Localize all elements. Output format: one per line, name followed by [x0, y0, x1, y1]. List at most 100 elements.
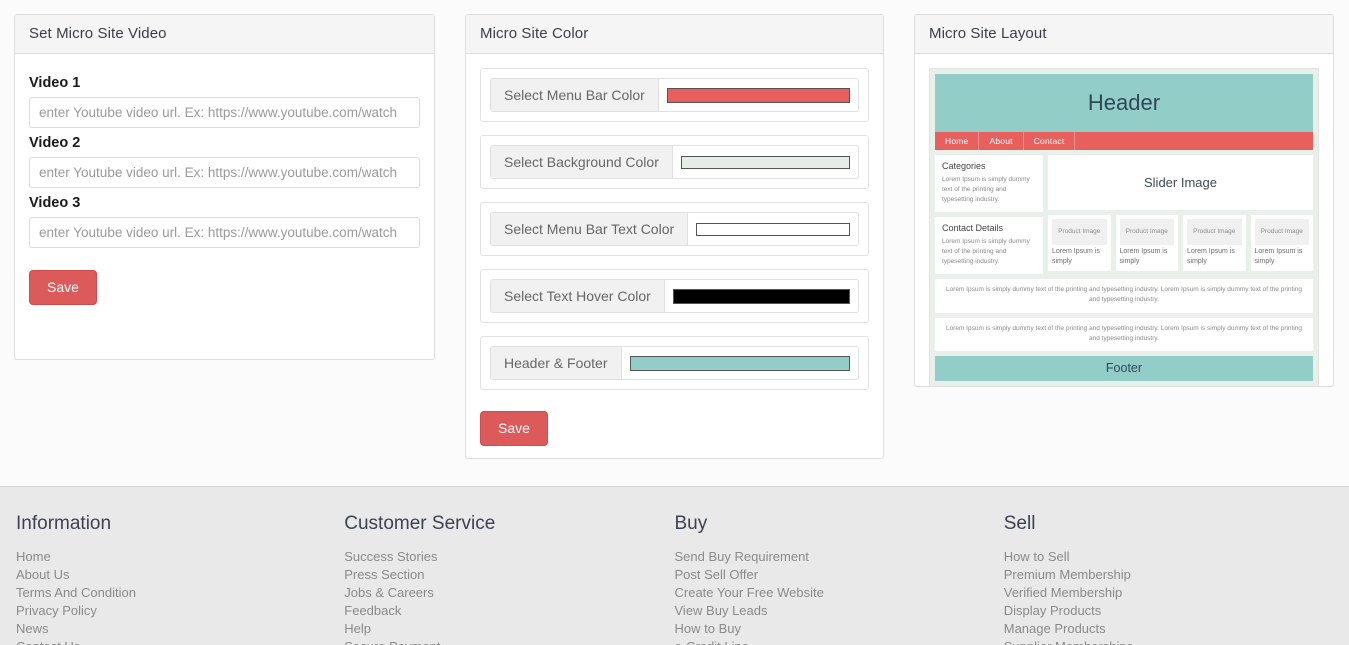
footer-link[interactable]: Supplier Memberships: [1004, 638, 1333, 645]
video-save-button[interactable]: Save: [29, 270, 97, 305]
menu-bar-color-label: Select Menu Bar Color: [491, 79, 659, 111]
footer-column-title: Information: [16, 513, 112, 534]
footer-link[interactable]: How to Sell: [1004, 548, 1333, 566]
preview-product-grid: Product Image Lorem Ipsum is simply Prod…: [1048, 215, 1313, 272]
preview-menu-item-home[interactable]: Home: [935, 132, 980, 150]
product-caption: Lorem Ipsum is simply: [1052, 248, 1100, 266]
footer-column-buy: Buy Send Buy Requirement Post Sell Offer…: [675, 513, 1004, 645]
footer-link[interactable]: e-Credit Line: [675, 638, 1004, 645]
site-footer: Information Home About Us Terms And Cond…: [0, 486, 1349, 645]
footer-link[interactable]: Send Buy Requirement: [675, 548, 1004, 566]
footer-link[interactable]: News: [16, 620, 344, 638]
preview-categories-text: Lorem Ipsum is simply dummy text of the …: [942, 176, 1030, 204]
color-row-menu-bar-text: Select Menu Bar Text Color: [480, 202, 869, 256]
footer-link[interactable]: Terms And Condition: [16, 584, 344, 602]
preview-product-card: Product Image Lorem Ipsum is simply: [1183, 215, 1246, 272]
footer-link[interactable]: Home: [16, 548, 344, 566]
header-footer-color-picker[interactable]: [621, 347, 858, 379]
text-hover-color-label: Select Text Hover Color: [491, 280, 665, 312]
color-row-header-footer: Header & Footer: [480, 336, 869, 390]
preview-categories-title: Categories: [942, 161, 986, 171]
micro-site-layout-panel: Micro Site Layout Header Home About Cont…: [914, 14, 1334, 387]
micro-site-color-panel: Micro Site Color Select Menu Bar Color S…: [465, 14, 884, 459]
footer-link[interactable]: About Us: [16, 566, 344, 584]
footer-link[interactable]: View Buy Leads: [675, 602, 1004, 620]
preview-content-block: Lorem Ipsum is simply dummy text of the …: [935, 279, 1313, 313]
preview-menu-item-contact[interactable]: Contact: [1024, 132, 1076, 150]
video-2-label: Video 2: [29, 135, 81, 151]
menu-bar-text-color-picker[interactable]: [688, 213, 858, 245]
video-2-input[interactable]: [29, 157, 420, 188]
footer-link[interactable]: Privacy Policy: [16, 602, 344, 620]
preview-menu-bar: Home About Contact: [935, 132, 1313, 150]
text-hover-color-picker[interactable]: [664, 280, 858, 312]
preview-product-card: Product Image Lorem Ipsum is simply: [1250, 215, 1313, 272]
color-row-background: Select Background Color: [480, 135, 869, 189]
color-row-text-hover: Select Text Hover Color: [480, 269, 869, 323]
footer-column-information: Information Home About Us Terms And Cond…: [16, 513, 344, 645]
footer-column-title: Buy: [674, 513, 708, 534]
preview-product-card: Product Image Lorem Ipsum is simply: [1048, 215, 1111, 272]
footer-link[interactable]: Press Section: [344, 566, 674, 584]
product-image-placeholder: Product Image: [1187, 219, 1242, 245]
preview-footer: Footer: [935, 355, 1313, 381]
video-3-input[interactable]: [29, 217, 420, 248]
video-panel-title: Set Micro Site Video: [15, 15, 434, 54]
preview-header: Header: [935, 74, 1313, 132]
site-layout-preview: Header Home About Contact Categories Lor…: [929, 68, 1319, 387]
footer-column-sell: Sell How to Sell Premium Membership Veri…: [1004, 513, 1333, 645]
preview-columns: Categories Lorem Ipsum is simply dummy t…: [935, 155, 1313, 275]
product-caption: Lorem Ipsum is simply: [1187, 248, 1235, 266]
footer-link[interactable]: Success Stories: [344, 548, 674, 566]
footer-link[interactable]: Post Sell Offer: [675, 566, 1004, 584]
header-footer-color-label: Header & Footer: [491, 347, 622, 379]
preview-content-block: Lorem Ipsum is simply dummy text of the …: [935, 317, 1313, 351]
color-row-menu-bar: Select Menu Bar Color: [480, 68, 869, 122]
menu-bar-color-picker[interactable]: [658, 79, 858, 111]
footer-link[interactable]: How to Buy: [675, 620, 1004, 638]
footer-link[interactable]: Help: [344, 620, 674, 638]
header-footer-color-swatch[interactable]: [629, 355, 850, 371]
preview-product-card: Product Image Lorem Ipsum is simply: [1115, 215, 1178, 272]
layout-panel-title: Micro Site Layout: [915, 15, 1333, 54]
preview-slider-image: Slider Image: [1048, 155, 1313, 210]
video-3-label: Video 3: [29, 195, 81, 211]
page-root: Set Micro Site Video Video 1 Video 2 Vid…: [0, 0, 1349, 645]
footer-link[interactable]: Verified Membership: [1004, 584, 1333, 602]
color-panel-body: Select Menu Bar Color Select Background …: [466, 54, 883, 462]
preview-contact-text: Lorem Ipsum is simply dummy text of the …: [942, 238, 1030, 266]
preview-main-column: Slider Image Product Image Lorem Ipsum i…: [1048, 155, 1313, 274]
menu-bar-text-color-label: Select Menu Bar Text Color: [491, 213, 689, 245]
product-caption: Lorem Ipsum is simply: [1254, 248, 1303, 266]
menu-bar-text-color-swatch[interactable]: [696, 222, 850, 236]
footer-link[interactable]: Jobs & Careers: [344, 584, 674, 602]
preview-contact-title: Contact Details: [942, 223, 1004, 234]
footer-column-customer-service: Customer Service Success Stories Press S…: [344, 513, 674, 645]
footer-link[interactable]: Manage Products: [1004, 620, 1333, 638]
product-image-placeholder: Product Image: [1254, 219, 1309, 245]
text-hover-color-swatch[interactable]: [672, 288, 850, 304]
product-caption: Lorem Ipsum is simply: [1119, 248, 1168, 266]
product-image-placeholder: Product Image: [1052, 219, 1107, 245]
set-micro-site-video-panel: Set Micro Site Video Video 1 Video 2 Vid…: [14, 14, 435, 360]
color-save-button[interactable]: Save: [480, 411, 548, 446]
footer-columns: Information Home About Us Terms And Cond…: [0, 487, 1349, 645]
background-color-picker[interactable]: [672, 146, 858, 178]
menu-bar-color-swatch[interactable]: [666, 87, 850, 103]
footer-link[interactable]: Secure Payment: [344, 638, 674, 645]
footer-link[interactable]: Premium Membership: [1004, 566, 1333, 584]
background-color-label: Select Background Color: [491, 146, 673, 178]
preview-contact-card: Contact Details Lorem Ipsum is simply du…: [935, 217, 1043, 275]
footer-link[interactable]: Contact Us: [16, 638, 344, 645]
footer-link[interactable]: Display Products: [1004, 602, 1333, 620]
product-image-placeholder: Product Image: [1119, 219, 1174, 245]
footer-link[interactable]: Create Your Free Website: [675, 584, 1004, 602]
layout-panel-body: Header Home About Contact Categories Lor…: [915, 54, 1333, 403]
footer-link[interactable]: Feedback: [344, 602, 674, 620]
video-panel-body: Video 1 Video 2 Video 3 Save: [15, 54, 434, 321]
footer-column-title: Sell: [1003, 513, 1036, 534]
preview-categories-card: Categories Lorem Ipsum is simply dummy t…: [935, 155, 1043, 213]
preview-menu-item-about[interactable]: About: [979, 132, 1024, 150]
background-color-swatch[interactable]: [680, 155, 850, 169]
video-1-input[interactable]: [29, 97, 420, 128]
